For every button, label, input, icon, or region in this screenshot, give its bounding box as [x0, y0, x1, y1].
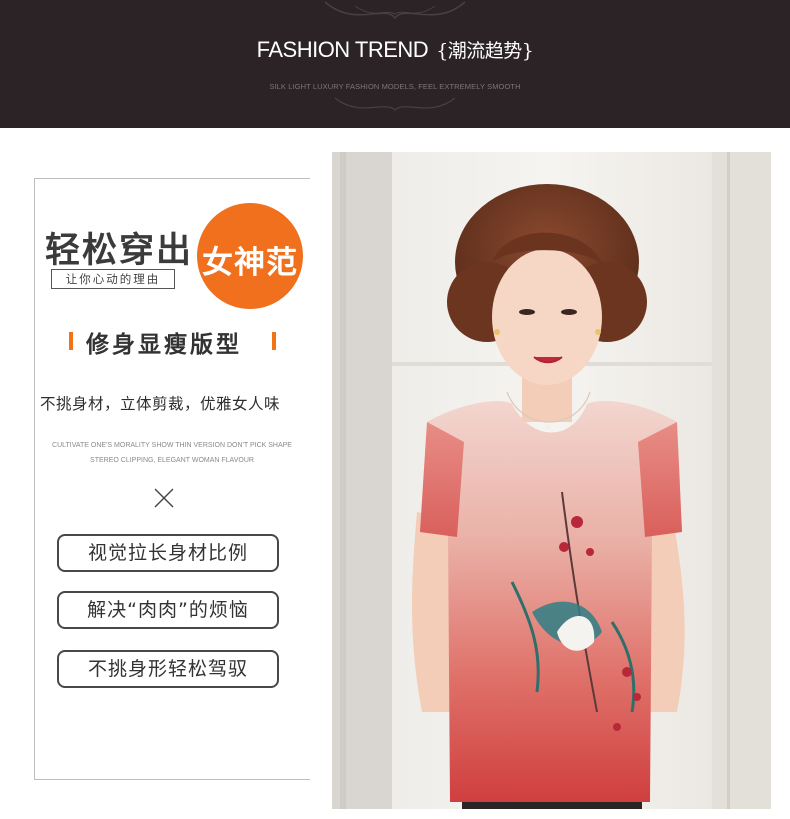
- promo-subheadline: 让你心动的理由: [51, 269, 175, 289]
- header-title-cn: {潮流趋势}: [436, 40, 534, 62]
- feature-bar-left: [69, 332, 73, 350]
- badge-text: 女神范: [202, 245, 298, 281]
- english-line-2: STEREO CLIPPING, ELEGANT WOMAN FLAVOUR: [90, 457, 254, 464]
- badge-circle: 女神范: [197, 203, 303, 309]
- benefit-pill: 不挑身形轻松驾驭: [57, 650, 279, 688]
- cross-divider-icon: [154, 488, 174, 508]
- header-title: FASHION TREND {潮流趋势}: [0, 36, 790, 63]
- header-banner: FASHION TREND {潮流趋势} SILK LIGHT LUXURY FA…: [0, 0, 790, 128]
- benefit-pill: 视觉拉长身材比例: [57, 534, 279, 572]
- feature-description: 不挑身材，立体剪裁，优雅女人味: [40, 395, 281, 413]
- promo-headline: 轻松穿出: [45, 231, 194, 271]
- header-title-en: FASHION TREND: [256, 37, 429, 62]
- ornament-bottom-icon: [334, 97, 456, 111]
- model-photo: [332, 152, 771, 809]
- benefit-pill: 解决“肉肉”的烦恼: [57, 591, 279, 629]
- feature-title: 修身显瘦版型: [86, 332, 242, 358]
- feature-bar-right: [272, 332, 276, 350]
- english-line-1: CULTIVATE ONE'S MORALITY SHOW THIN VERSI…: [52, 442, 292, 449]
- header-subtitle: SILK LIGHT LUXURY FASHION MODELS, FEEL E…: [269, 82, 521, 91]
- ornament-top-icon: [324, 1, 466, 20]
